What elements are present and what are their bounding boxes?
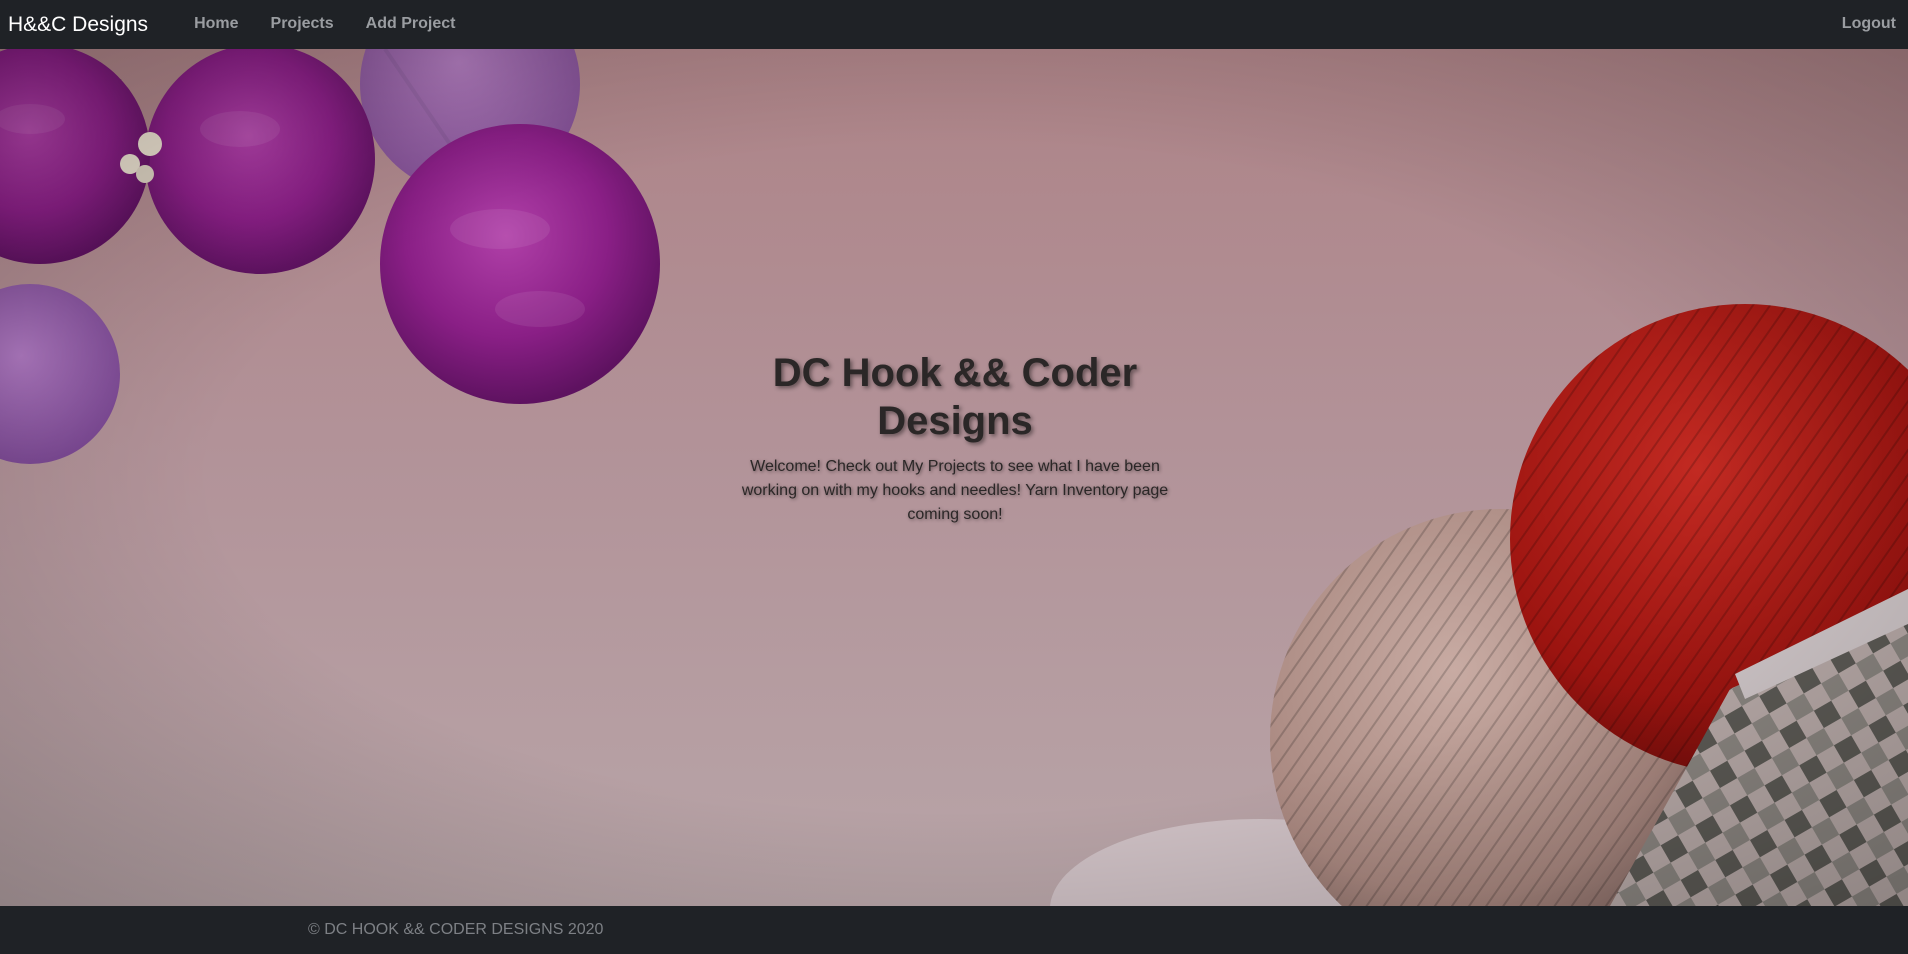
footer-copyright: © DC HOOK && CODER DESIGNS 2020 [308,921,604,938]
logout-link[interactable]: Logout [1842,15,1896,33]
navbar: H&&C Designs Home Projects Add Project L… [0,0,1908,49]
nav-projects-link[interactable]: Projects [271,15,334,33]
nav-home-link[interactable]: Home [194,15,238,33]
hero-title: DC Hook && Coder Designs [772,351,1138,443]
brand-link[interactable]: H&&C Designs [8,13,148,37]
nav-add-project-link[interactable]: Add Project [366,15,456,33]
footer: © DC HOOK && CODER DESIGNS 2020 [0,906,1908,954]
hero-section: DC Hook && Coder Designs Welcome! Check … [0,49,1908,906]
hero-content: DC Hook && Coder Designs Welcome! Check … [730,349,1180,527]
hero-welcome-text: Welcome! Check out My Projects to see wh… [741,458,1169,523]
